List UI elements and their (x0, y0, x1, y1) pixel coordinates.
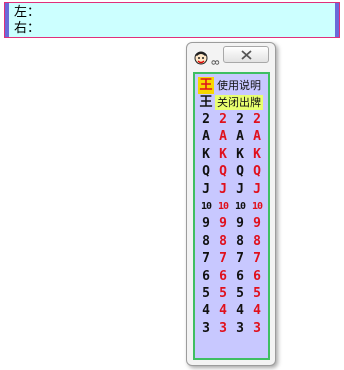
rank-cell: Q (236, 164, 244, 180)
rank-cell: 3 (202, 320, 210, 336)
info-bar-left-edge (5, 3, 9, 37)
rank-cell: 5 (253, 286, 261, 301)
rank-cell: K (253, 146, 261, 162)
right-label: 右： (14, 21, 41, 36)
rank-cell: A (202, 129, 210, 145)
rank-cell: Q (253, 164, 261, 180)
rank-cell: 5 (236, 286, 244, 301)
rank-cell: 7 (236, 251, 244, 267)
rank-cell: 7 (219, 251, 227, 267)
info-bar-right-edge (335, 3, 339, 37)
rank-cell: 2 (236, 112, 244, 127)
rank-cell: 10 (200, 201, 212, 212)
rank-cell: 6 (202, 268, 210, 284)
rank-cell: J (219, 181, 227, 197)
rank-cell: 2 (219, 112, 227, 127)
rank-cell: 4 (219, 303, 227, 319)
rank-cell: J (202, 181, 210, 197)
rank-cell: 9 (253, 216, 261, 232)
rank-cell: 4 (236, 303, 244, 319)
big-joker-cell: 王 (198, 77, 214, 94)
rank-cell: K (202, 146, 210, 162)
rank-cell: 4 (253, 303, 261, 319)
card-tracker-window: ᢁ 王 使用说明 王 关闭出牌 2 2 2 2 A A A A K K K K Q Q Q Q J J J J 10 10… (186, 42, 276, 366)
rank-cell: K (219, 146, 227, 162)
rank-cell: 9 (202, 216, 210, 232)
rank-cell: 6 (236, 268, 244, 284)
rank-cell: J (253, 181, 261, 197)
rank-cell: 8 (219, 233, 227, 249)
rank-cell: Q (202, 164, 210, 180)
left-label: 左： (14, 5, 41, 20)
rank-cell: 9 (219, 216, 227, 232)
rank-cell: J (236, 181, 244, 197)
rank-cell: Q (219, 164, 227, 180)
menu-instructions[interactable]: 使用说明 (215, 78, 263, 93)
rank-cell: 4 (202, 303, 210, 319)
rank-cell: 9 (236, 216, 244, 232)
window-title: ᢁ (211, 57, 220, 70)
joker-face-icon (193, 49, 209, 65)
card-count-panel: 王 使用说明 王 关闭出牌 2 2 2 2 A A A A K K K K Q Q Q Q J J J J 10 10 10… (193, 72, 270, 360)
rank-cell: 5 (202, 286, 210, 301)
rank-cell: 3 (253, 320, 261, 336)
rank-cell: A (219, 129, 227, 145)
small-joker-cell: 王 (199, 95, 213, 110)
title-bar[interactable]: ᢁ (187, 43, 275, 71)
rank-cell: 6 (219, 268, 227, 284)
rank-cell: 7 (202, 251, 210, 267)
menu-close-play[interactable]: 关闭出牌 (215, 95, 263, 110)
close-icon (241, 50, 252, 60)
rank-cell: 8 (253, 233, 261, 249)
rank-cell: 8 (202, 233, 210, 249)
rank-cell: 10 (251, 201, 263, 212)
rank-cell: 3 (236, 320, 244, 336)
rank-cell: 10 (217, 201, 229, 212)
rank-cell: 5 (219, 286, 227, 301)
rank-cell: 6 (253, 268, 261, 284)
close-button[interactable] (223, 46, 269, 63)
rank-cell: 2 (253, 112, 261, 127)
rank-cell: 2 (202, 112, 210, 127)
rank-cell: 3 (219, 320, 227, 336)
info-bar: 左： 右： (4, 2, 340, 38)
rank-cell: 7 (253, 251, 261, 267)
rank-cell: 8 (236, 233, 244, 249)
rank-cell: A (253, 129, 261, 145)
rank-cell: 10 (234, 201, 246, 212)
rank-cell: A (236, 129, 244, 145)
rank-cell: K (236, 146, 244, 162)
